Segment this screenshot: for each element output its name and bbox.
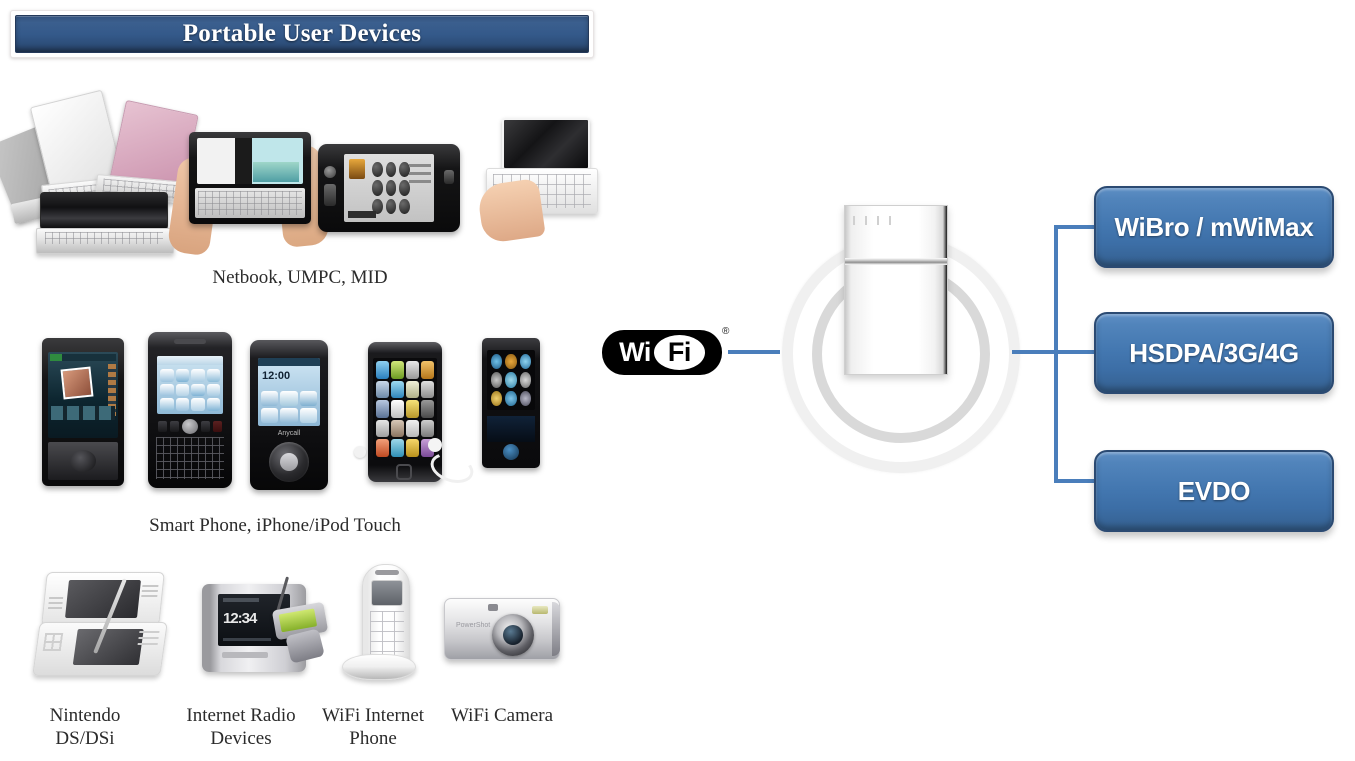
caption-smartphone-group: Smart Phone, iPhone/iPod Touch <box>149 515 401 536</box>
caption-wifi-phone: WiFi Internet Phone <box>321 705 425 750</box>
anycall-phone: 12:00 Anycall <box>250 340 328 490</box>
wifi-camera: PowerShot <box>444 594 560 666</box>
htc-touch-phone <box>42 338 124 486</box>
internet-radio: 12:34 <box>196 576 329 676</box>
network-box-evdo[interactable]: EVDO <box>1094 450 1334 532</box>
network-box-evdo-label: EVDO <box>1177 475 1251 506</box>
umpc-handheld <box>166 112 331 260</box>
mini-laptop <box>470 118 598 245</box>
page-title: Portable User Devices <box>182 20 422 47</box>
wifi-logo-wi: Wi <box>619 337 651 367</box>
netbook-cluster <box>0 88 199 258</box>
caption-netbook-group: Netbook, UMPC, MID <box>212 267 388 288</box>
diagram-canvas: Portable User Devices Netbook, UMPC, MID… <box>0 0 1355 761</box>
connector-vertical-trunk <box>1054 225 1058 483</box>
wifi-phone <box>338 564 434 682</box>
registered-mark-icon: ® <box>722 326 730 337</box>
title-banner: Portable User Devices <box>10 10 594 58</box>
ipod-touch <box>354 342 478 489</box>
media-player <box>482 338 540 468</box>
caption-nintendo-ds: Nintendo DS/DSi <box>49 705 121 750</box>
network-box-hsdpa-label: HSDPA/3G/4G <box>1129 337 1299 368</box>
wifi-logo-fi-oval: Fi <box>653 335 705 370</box>
wireless-router <box>760 190 1040 520</box>
router-body <box>844 205 948 375</box>
mid-tablet <box>318 144 460 232</box>
wifi-logo: Wi Fi <box>602 330 722 375</box>
connector-router-trunk <box>1012 350 1058 354</box>
network-box-wibro-label: WiBro / mWiMax <box>1114 211 1314 242</box>
router-leds-icon <box>853 216 899 225</box>
blackberry-phone <box>148 332 232 488</box>
wifi-logo-fi: Fi <box>667 337 692 367</box>
caption-wifi-camera: WiFi Camera <box>450 705 554 726</box>
network-box-hsdpa[interactable]: HSDPA/3G/4G <box>1094 312 1334 394</box>
caption-internet-radio: Internet Radio Devices <box>186 705 296 750</box>
nintendo-ds <box>32 572 174 680</box>
router-split-line <box>845 258 947 265</box>
network-box-wibro[interactable]: WiBro / mWiMax <box>1094 186 1334 268</box>
title-bar: Portable User Devices <box>15 15 589 53</box>
